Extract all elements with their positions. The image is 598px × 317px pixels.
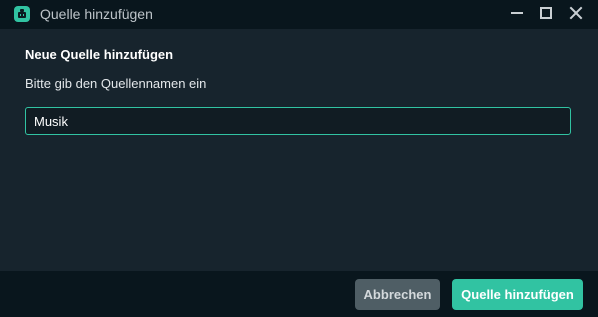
minimize-button[interactable]: [503, 0, 531, 26]
source-name-input[interactable]: [25, 107, 571, 135]
title-bar[interactable]: Quelle hinzufügen: [0, 0, 598, 29]
add-source-button[interactable]: Quelle hinzufügen: [452, 279, 583, 310]
maximize-icon: [540, 7, 552, 19]
cancel-button[interactable]: Abbrechen: [355, 279, 440, 310]
minimize-icon: [511, 12, 523, 14]
dialog-body: Neue Quelle hinzufügen Bitte gib den Que…: [0, 29, 598, 271]
source-name-label: Bitte gib den Quellennamen ein: [25, 76, 207, 91]
window-title: Quelle hinzufügen: [40, 6, 153, 22]
streamlabs-app-icon: [14, 6, 30, 22]
dialog-footer: Abbrechen Quelle hinzufügen: [0, 271, 598, 317]
add-source-dialog: Quelle hinzufügen Neue Quelle hinzufügen…: [0, 0, 598, 317]
close-button[interactable]: [562, 0, 590, 26]
dialog-heading: Neue Quelle hinzufügen: [25, 47, 174, 62]
maximize-button[interactable]: [532, 0, 560, 26]
close-icon: [569, 6, 583, 20]
